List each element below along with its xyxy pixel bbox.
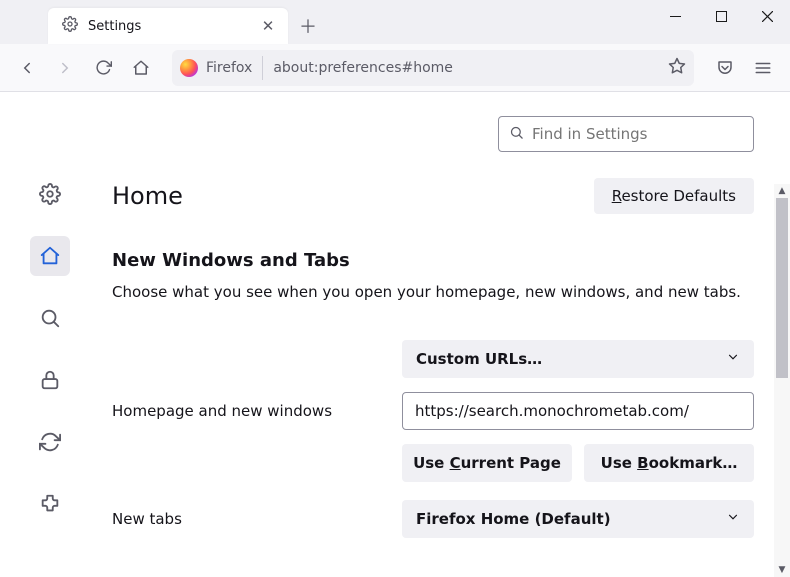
newtabs-dropdown[interactable]: Firefox Home (Default) xyxy=(402,500,754,538)
homepage-label: Homepage and new windows xyxy=(112,402,382,420)
nav-search[interactable] xyxy=(30,298,70,338)
scroll-up-icon[interactable]: ▲ xyxy=(774,184,790,198)
home-button[interactable] xyxy=(124,51,158,85)
use-bookmark-button[interactable]: Use Bookmark… xyxy=(584,444,754,482)
minimize-button[interactable] xyxy=(652,0,698,32)
nav-privacy[interactable] xyxy=(30,360,70,400)
search-icon xyxy=(509,125,524,144)
nav-home[interactable] xyxy=(30,236,70,276)
homepage-url-input[interactable] xyxy=(402,392,754,430)
pocket-button[interactable] xyxy=(708,51,742,85)
page-title: Home xyxy=(112,182,183,210)
scrollbar-thumb[interactable] xyxy=(776,198,788,378)
nav-sync[interactable] xyxy=(30,422,70,462)
chevron-down-icon xyxy=(726,350,740,368)
restore-defaults-button[interactable]: Restore Defaults xyxy=(594,178,754,214)
nav-extensions[interactable] xyxy=(30,484,70,524)
content: Home Restore Defaults New Windows and Ta… xyxy=(0,92,790,577)
settings-main: Home Restore Defaults New Windows and Ta… xyxy=(100,92,790,577)
tab-title: Settings xyxy=(88,19,248,34)
scroll-down-icon[interactable]: ▼ xyxy=(774,563,790,577)
toolbar: Firefox about:preferences#home xyxy=(0,44,790,92)
section-title: New Windows and Tabs xyxy=(112,250,754,271)
identity-box[interactable]: Firefox xyxy=(180,56,263,80)
window-controls xyxy=(652,0,790,32)
find-settings-input[interactable] xyxy=(532,125,743,143)
nav-general[interactable] xyxy=(30,174,70,214)
scrollbar[interactable]: ▲ ▼ xyxy=(774,184,790,577)
dropdown-label: Firefox Home (Default) xyxy=(416,510,611,528)
newtabs-label: New tabs xyxy=(112,510,382,528)
forward-button[interactable] xyxy=(48,51,82,85)
settings-nav-rail xyxy=(0,92,100,577)
back-button[interactable] xyxy=(10,51,44,85)
section-description: Choose what you see when you open your h… xyxy=(112,281,754,304)
identity-label: Firefox xyxy=(206,60,252,76)
url-bar[interactable]: Firefox about:preferences#home xyxy=(172,50,694,86)
bookmark-star-icon[interactable] xyxy=(668,57,686,79)
close-window-button[interactable] xyxy=(744,0,790,32)
homepage-mode-dropdown[interactable]: Custom URLs… xyxy=(402,340,754,378)
maximize-button[interactable] xyxy=(698,0,744,32)
browser-tab[interactable]: Settings ✕ xyxy=(48,8,288,44)
new-tab-button[interactable]: ＋ xyxy=(294,12,322,40)
app-menu-button[interactable] xyxy=(746,51,780,85)
dropdown-label: Custom URLs… xyxy=(416,350,542,368)
titlebar: Settings ✕ ＋ xyxy=(0,0,790,44)
chevron-down-icon xyxy=(726,510,740,528)
firefox-logo-icon xyxy=(180,59,198,77)
use-current-page-button[interactable]: Use Current Page xyxy=(402,444,572,482)
gear-icon xyxy=(62,16,78,36)
close-icon[interactable]: ✕ xyxy=(258,16,278,36)
url-text: about:preferences#home xyxy=(273,60,658,76)
reload-button[interactable] xyxy=(86,51,120,85)
find-settings-field[interactable] xyxy=(498,116,754,152)
